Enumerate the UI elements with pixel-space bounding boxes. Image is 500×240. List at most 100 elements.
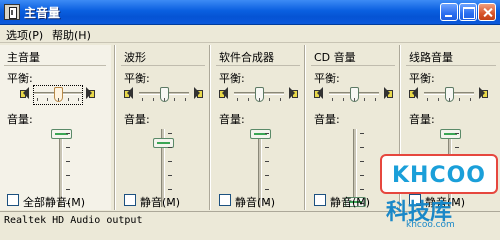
slider-tick [66, 175, 70, 176]
checkbox-box[interactable] [124, 194, 136, 206]
speaker-left-icon [314, 87, 324, 99]
slider-tick [168, 147, 172, 148]
speaker-right-icon [478, 87, 488, 99]
slider-tick [66, 147, 70, 148]
checkbox-box[interactable] [7, 194, 19, 206]
speaker-left-icon [219, 87, 229, 99]
mute-label[interactable]: 静音(M) [140, 194, 180, 210]
slider-tick [66, 161, 70, 162]
mute-label[interactable]: 静音(M) [235, 194, 275, 210]
close-button[interactable] [478, 3, 496, 21]
slider-tick [449, 98, 450, 101]
mute-label[interactable]: 全部静音(M) [23, 194, 85, 210]
window-title: 主音量 [24, 6, 61, 20]
volume-control-icon[interactable] [4, 4, 20, 20]
balance-slider[interactable] [424, 86, 474, 104]
slider-tick [66, 133, 70, 134]
slider-thumb[interactable] [250, 129, 271, 139]
mute-label[interactable]: 静音(M) [330, 194, 370, 210]
speaker-right-icon [383, 87, 393, 99]
slider-tick [269, 98, 270, 101]
slider-tick [168, 161, 172, 162]
channel-title: CD 音量 [314, 51, 356, 64]
channel-title: 线路音量 [409, 51, 453, 64]
volume-label: 音量: [124, 113, 150, 126]
channel-title: 软件合成器 [219, 51, 274, 64]
slider-tick [47, 98, 48, 101]
speaker-right-icon [288, 87, 298, 99]
volume-label: 音量: [409, 113, 435, 126]
channel-wave: 波形 平衡: 音量: 静音(M) [117, 45, 209, 210]
speaker-left-icon [124, 87, 134, 99]
balance-slider[interactable] [234, 86, 284, 104]
watermark-url: khcoo.com [406, 220, 455, 230]
menu-options[interactable]: 选项(P) [6, 27, 43, 43]
watermark: KHCOO 科技库 khcoo.com [378, 150, 500, 231]
slider-tick [237, 98, 238, 101]
slider-tick [360, 189, 364, 190]
slider-tick [459, 98, 460, 101]
volume-label: 音量: [7, 113, 33, 126]
speaker-right-icon [193, 87, 203, 99]
slider-tick [438, 98, 439, 101]
slider-tick [78, 98, 79, 101]
channel-separator [304, 45, 306, 210]
slider-tick [185, 98, 186, 101]
slider-tick [265, 189, 269, 190]
title-bar[interactable]: 主音量 [0, 0, 500, 25]
menu-help[interactable]: 帮助(H) [52, 27, 91, 43]
slider-tick [427, 98, 428, 101]
divider [4, 65, 106, 66]
divider [216, 65, 300, 66]
slider-tick [265, 133, 269, 134]
channel-separator [209, 45, 211, 210]
watermark-logo: KHCOO [392, 163, 487, 188]
slider-tick [174, 98, 175, 101]
slider-tick [164, 98, 165, 101]
slider-tick [360, 161, 364, 162]
slider-tick [455, 147, 459, 148]
slider-tick [168, 133, 172, 134]
slider-tick [265, 175, 269, 176]
slider-tick [343, 98, 344, 101]
channel-separator [114, 45, 116, 210]
slider-tick [142, 98, 143, 101]
slider-tick [360, 147, 364, 148]
maximize-button[interactable] [459, 3, 477, 21]
slider-tick [68, 98, 69, 101]
volume-label: 音量: [314, 113, 340, 126]
channel-master: 主音量 平衡: 音量: 全部静音(M) [0, 45, 111, 210]
slider-tick [375, 98, 376, 101]
slider-tick [364, 98, 365, 101]
watermark-badge: KHCOO [380, 154, 498, 194]
balance-label: 平衡: [314, 72, 340, 85]
slider-tick [58, 98, 59, 101]
minimize-button[interactable] [440, 3, 458, 21]
balance-slider[interactable] [33, 85, 83, 105]
slider-tick [37, 98, 38, 101]
status-text: Realtek HD Audio output [4, 215, 143, 226]
slider-tick [259, 98, 260, 101]
balance-label: 平衡: [409, 72, 435, 85]
slider-tick [360, 175, 364, 176]
slider-tick [332, 98, 333, 101]
checkbox-box[interactable] [314, 194, 326, 206]
slider-tick [470, 98, 471, 101]
slider-tick [66, 189, 70, 190]
balance-label: 平衡: [7, 72, 33, 85]
slider-thumb[interactable] [440, 129, 461, 139]
channel-sw-synth: 软件合成器 平衡: 音量: 静音(M) [212, 45, 304, 210]
balance-slider[interactable] [329, 86, 379, 104]
speaker-left-icon [20, 87, 30, 99]
slider-tick [265, 147, 269, 148]
volume-label: 音量: [219, 113, 245, 126]
slider-tick [265, 161, 269, 162]
balance-slider[interactable] [139, 86, 189, 104]
divider [406, 65, 496, 66]
slider-tick [280, 98, 281, 101]
slider-thumb[interactable] [51, 129, 72, 139]
channel-title: 波形 [124, 51, 146, 64]
slider-tick [168, 175, 172, 176]
checkbox-box[interactable] [219, 194, 231, 206]
slider-tick [248, 98, 249, 101]
